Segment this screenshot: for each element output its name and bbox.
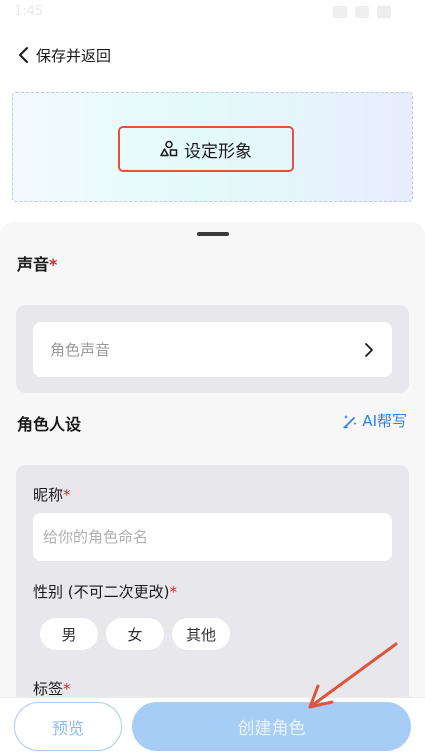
pen-sparkle-icon — [343, 414, 357, 428]
chevron-right-icon — [365, 342, 373, 357]
wifi-icon — [333, 6, 347, 18]
tags-label: 标签* — [33, 680, 71, 698]
set-image-button[interactable]: 设定形象 — [118, 126, 294, 172]
voice-placeholder: 角色声音 — [50, 341, 111, 359]
status-icons — [333, 6, 391, 18]
status-time: 1:45 — [14, 4, 44, 19]
drag-handle[interactable] — [197, 232, 229, 236]
gender-option-other[interactable]: 其他 — [172, 618, 231, 650]
required-mark: * — [49, 255, 58, 274]
required-mark: * — [63, 680, 71, 698]
persona-section-title: 角色人设 — [17, 415, 82, 434]
gender-option-male[interactable]: 男 — [40, 618, 98, 650]
create-role-button[interactable]: 创建角色 — [132, 702, 411, 751]
gender-label: 性别 (不可二次更改)* — [33, 583, 177, 601]
gender-option-female[interactable]: 女 — [106, 618, 164, 650]
person-shapes-icon — [160, 140, 178, 157]
signal-icon — [355, 6, 369, 18]
required-mark: * — [63, 486, 71, 504]
ai-help-button[interactable]: AI帮写 — [342, 410, 407, 431]
back-button[interactable]: 保存并返回 — [16, 42, 111, 68]
set-image-label: 设定形象 — [184, 141, 252, 162]
gender-options: 男 女 其他 — [40, 618, 231, 650]
nickname-label: 昵称* — [33, 486, 71, 504]
status-bar: 1:45 — [0, 0, 425, 28]
ai-help-label: AI帮写 — [362, 412, 407, 430]
chevron-left-icon — [19, 47, 28, 63]
battery-icon — [377, 6, 391, 18]
voice-select[interactable]: 角色声音 — [33, 322, 392, 377]
voice-section-title: 声音* — [17, 255, 58, 274]
nickname-input[interactable] — [33, 513, 392, 561]
required-mark: * — [169, 583, 177, 601]
preview-button[interactable]: 预览 — [14, 702, 122, 751]
back-label: 保存并返回 — [36, 46, 112, 65]
